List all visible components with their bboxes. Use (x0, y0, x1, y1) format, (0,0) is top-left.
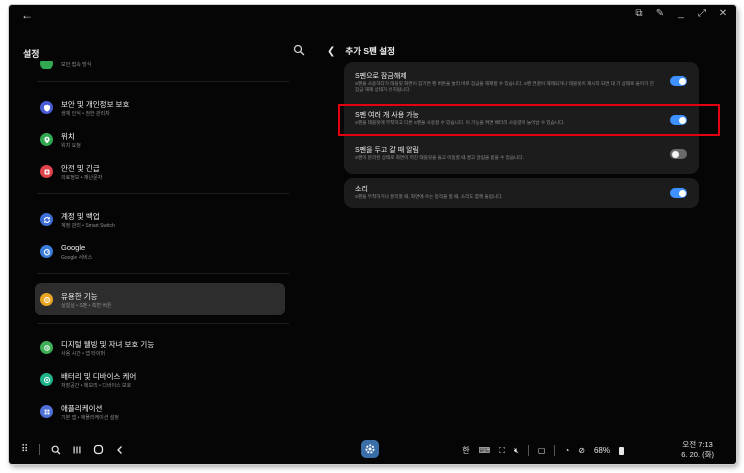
google-icon (40, 245, 53, 258)
menu-item-accounts[interactable]: 계정 및 백업 계정 관리 • Smart Switch (37, 206, 289, 234)
menu-item-title: 보안 및 개인정보 보호 (61, 100, 130, 109)
location-pin-icon (40, 133, 53, 146)
back-icon[interactable] (115, 445, 125, 455)
device-care-icon (40, 373, 53, 386)
divider (37, 81, 289, 82)
minimize-icon[interactable]: _ (676, 8, 686, 19)
menu-item-location[interactable]: 위치 위치 요청 (37, 126, 289, 154)
toggle-knob (678, 77, 686, 85)
setting-title: S펜을 두고 갈 때 알림 (355, 147, 419, 154)
battery-icon (619, 446, 624, 455)
menu-item-advanced-features[interactable]: 유용한 기능 실험실 • S펜 • 측면 버튼 (35, 283, 289, 315)
chevron-left-icon[interactable]: ❮ (327, 46, 335, 57)
clock-time: 오전 7:13 (682, 440, 713, 449)
menu-item-title: 배터리 및 디바이스 케어 (61, 372, 137, 381)
partial-item-sub: 보안 접속 방식 (61, 62, 92, 68)
do-not-disturb-icon[interactable]: ⊘ (578, 446, 585, 455)
divider (37, 193, 289, 194)
setting-title: 소리 (355, 186, 368, 193)
setting-sound[interactable]: 소리 S펜을 부착하거나 분리할 때, 화면에 쓰는 동작을 할 때, 소리도 … (344, 178, 699, 208)
menu-item-sub: 위치 요청 (61, 143, 81, 149)
setting-description: S펜을 부착하거나 분리할 때, 화면에 쓰는 동작을 할 때, 소리도 함께 … (355, 194, 503, 199)
setting-description: S펜이 분리된 상태로 화면이 꺼진 태블릿을 들고 이동할 때 경고 알림을 … (355, 155, 524, 160)
menu-item-sub: 사용 시간 • 앱 타이머 (61, 351, 106, 357)
menu-item-sub: Google 서비스 (61, 255, 93, 261)
menu-item-partial[interactable]: 보안 접속 방식 (37, 61, 289, 69)
partial-item-icon (40, 61, 53, 69)
screenshot-icon[interactable]: ⛶ (499, 446, 505, 456)
taskbar-separator (554, 445, 556, 456)
setting-title: S펜으로 잠금해제 (355, 73, 407, 80)
menu-item-sub: 기본 앱 • 애플리케이션 설정 (61, 415, 119, 421)
menu-item-sub: 생체 인식 • 권한 관리자 (61, 111, 110, 117)
close-icon[interactable]: ✕ (718, 8, 728, 19)
taskbar: ⠿ 한 ⌨ ⛶ 🔇︎ ▢ ◔ ⊘ 68% 오전 7:13 6. 20. (화) (9, 436, 736, 464)
menu-item-title: Google (61, 243, 86, 252)
back-arrow-icon[interactable]: ← (21, 8, 33, 22)
menu-item-security[interactable]: 보안 및 개인정보 보호 생체 인식 • 권한 관리자 (37, 94, 289, 122)
menu-item-google[interactable]: Google Google 서비스 (37, 238, 289, 266)
menu-item-sub: 의료정보 • 재난문자 (61, 175, 103, 181)
window-controls: ⧉ ✎ _ ⤢ ✕ (634, 8, 728, 19)
divider (37, 273, 289, 274)
menu-item-battery-care[interactable]: 배터리 및 디바이스 케어 저장공간 • 메모리 • 디바이스 보호 (37, 366, 289, 394)
menu-item-title: 위치 (61, 132, 75, 141)
keyboard-icon[interactable]: ⌨ (479, 446, 491, 455)
wifi-icon[interactable]: ◔ (564, 446, 569, 455)
taskbar-left: ⠿ (21, 444, 125, 455)
page-header: ❮ 추가 S펜 설정 (327, 45, 395, 57)
menu-item-title: 디지털 웰빙 및 자녀 보호 기능 (61, 340, 155, 349)
setting-spen-unlock[interactable]: S펜으로 잠금해제 S펜을 사용하다가 태블릿 화면이 잠기면 펜 버튼을 눌러… (344, 62, 699, 99)
status-tray: 한 ⌨ ⛶ 🔇︎ ▢ ◔ ⊘ 68% (462, 445, 624, 456)
search-icon[interactable] (51, 445, 61, 455)
app-drawer-icon[interactable]: ⠿ (21, 444, 28, 455)
toggle-knob (678, 189, 686, 197)
recent-apps-icon[interactable] (72, 445, 82, 455)
popup-view-icon[interactable]: ⧉ (634, 8, 644, 19)
search-icon[interactable] (293, 44, 305, 56)
emergency-icon (40, 165, 53, 178)
menu-item-digital-wellbeing[interactable]: 디지털 웰빙 및 자녀 보호 기능 사용 시간 • 앱 타이머 (37, 334, 289, 362)
menu-item-sub: 계정 관리 • Smart Switch (61, 223, 115, 229)
divider (37, 323, 289, 324)
highlight-annotation-box (338, 104, 720, 136)
ime-language-indicator[interactable]: 한 (462, 445, 469, 456)
menu-item-applications[interactable]: 애플리케이션 기본 앱 • 애플리케이션 설정 (37, 398, 289, 426)
sync-icon (40, 213, 53, 226)
pin-icon[interactable]: ✎ (655, 8, 665, 19)
apps-grid-icon (40, 405, 53, 418)
wellbeing-icon (40, 341, 53, 354)
sound-settings-card: 소리 S펜을 부착하거나 분리할 때, 화면에 쓰는 동작을 할 때, 소리도 … (344, 178, 699, 208)
menu-item-title: 유용한 기능 (61, 292, 98, 301)
left-behind-alert-toggle[interactable] (670, 149, 687, 159)
taskbar-separator (39, 444, 41, 455)
menu-item-safety[interactable]: 안전 및 긴급 의료정보 • 재난문자 (37, 158, 289, 186)
gear-plus-icon (40, 293, 53, 306)
clock[interactable]: 오전 7:13 6. 20. (화) (681, 440, 714, 460)
menu-item-title: 계정 및 백업 (61, 212, 100, 221)
shield-icon (40, 101, 53, 114)
menu-item-title: 안전 및 긴급 (61, 164, 100, 173)
home-icon[interactable] (93, 444, 104, 455)
setting-description: S펜을 사용하다가 태블릿 화면이 잠기면 펜 버튼을 눌러 바로 잠금을 해제… (355, 81, 654, 92)
menu-item-sub: 실험실 • S펜 • 측면 버튼 (61, 303, 112, 309)
tablet-screen: ← ⧉ ✎ _ ⤢ ✕ 설정 보안 접속 방식 보안 및 개인정보 보호 생체 … (9, 5, 736, 464)
mute-icon[interactable]: 🔇︎ (514, 446, 519, 456)
page-title: 추가 S펜 설정 (345, 46, 395, 56)
notification-icon[interactable]: ▢ (538, 446, 546, 455)
menu-item-sub: 저장공간 • 메모리 • 디바이스 보호 (61, 383, 132, 389)
sound-toggle[interactable] (670, 188, 687, 198)
setting-spen-left-behind-alert[interactable]: S펜을 두고 갈 때 알림 S펜이 분리된 상태로 화면이 꺼진 태블릿을 들고… (344, 138, 699, 172)
settings-app-icon[interactable] (361, 440, 379, 458)
top-bar: ← ⧉ ✎ _ ⤢ ✕ (9, 5, 736, 25)
menu-item-title: 애플리케이션 (61, 404, 103, 413)
spen-unlock-toggle[interactable] (670, 76, 687, 86)
clock-date: 6. 20. (화) (681, 450, 714, 459)
taskbar-separator (527, 445, 529, 456)
battery-percentage: 68% (593, 446, 610, 455)
toggle-knob (671, 150, 679, 158)
settings-title: 설정 (23, 49, 40, 59)
resize-icon[interactable]: ⤢ (697, 8, 707, 19)
